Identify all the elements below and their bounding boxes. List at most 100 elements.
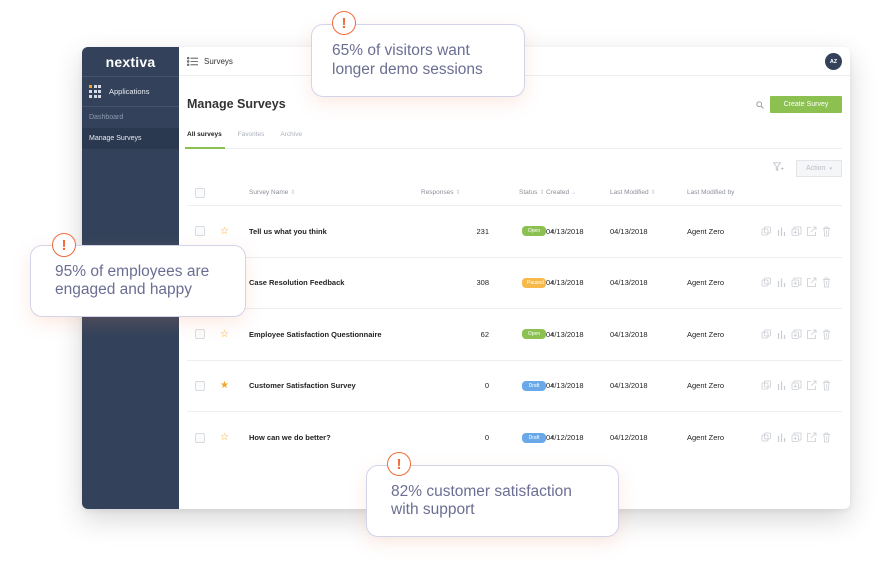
page-title: Manage Surveys (187, 97, 286, 111)
header-survey-name[interactable]: Survey Name ⇕ (249, 189, 419, 196)
select-all-checkbox[interactable] (195, 187, 205, 198)
header-responses[interactable]: Responses ⇕ (419, 189, 489, 196)
trash-icon[interactable] (821, 432, 832, 443)
modified-date: 04/13/2018 (610, 381, 648, 391)
create-survey-button[interactable]: Create Survey (770, 96, 842, 113)
copy-icon[interactable] (761, 432, 772, 443)
modified-by: Agent Zero (687, 278, 725, 288)
surveys-table: Survey Name ⇕ Responses ⇕ Status ⇕ Created ⌄… (187, 180, 842, 464)
share-icon[interactable] (806, 329, 817, 340)
brand-name: nextiva (105, 53, 156, 70)
table-row[interactable]: ★ Customer Satisfaction Survey 0 Draft ▾ 04/1… (187, 361, 842, 412)
trash-icon[interactable] (821, 329, 832, 340)
sidebar-item-label: Dashboard (89, 114, 124, 121)
header-last-modified[interactable]: Last Modified ⇕ (610, 189, 687, 196)
nextiva-logo[interactable]: nextiva (82, 47, 179, 77)
survey-name[interactable]: Employee Satisfaction Questionnaire (249, 330, 419, 339)
status-badge[interactable]: Open (522, 226, 546, 237)
alert-icon: ! (52, 233, 76, 257)
action-label: Action (806, 165, 826, 172)
star-outline-icon[interactable]: ☆ (220, 432, 249, 443)
modified-date: 04/13/2018 (610, 278, 648, 288)
report-icon[interactable] (776, 277, 787, 288)
row-checkbox[interactable] (195, 226, 205, 237)
tab-favorites[interactable]: Favorites (238, 125, 265, 148)
row-checkbox[interactable] (195, 432, 205, 443)
share-icon[interactable] (806, 380, 817, 391)
action-dropdown[interactable]: Action ▾ (796, 160, 842, 177)
responses-count: 308 (476, 278, 489, 288)
callout-text: engaged and happy (55, 281, 193, 298)
callout-text: longer demo sessions (332, 60, 483, 78)
apps-grid-icon (89, 85, 102, 98)
trash-icon[interactable] (821, 277, 832, 288)
tab-archive[interactable]: Archive (280, 125, 302, 148)
status-badge[interactable]: Draft (522, 380, 546, 391)
applications-label: Applications (109, 87, 150, 96)
trash-icon[interactable] (821, 380, 832, 391)
modified-date: 04/13/2018 (610, 226, 648, 236)
modified-date: 04/13/2018 (610, 329, 648, 339)
star-outline-icon[interactable]: ☆ (220, 329, 249, 340)
duplicate-icon[interactable] (791, 329, 802, 340)
share-icon[interactable] (806, 226, 817, 237)
duplicate-icon[interactable] (791, 380, 802, 391)
row-checkbox[interactable] (195, 380, 205, 391)
applications-menu[interactable]: Applications (82, 77, 179, 107)
copy-icon[interactable] (761, 380, 772, 391)
status-badge[interactable]: Draft (522, 432, 546, 443)
duplicate-icon[interactable] (791, 432, 802, 443)
status-badge[interactable]: Open (522, 329, 546, 340)
copy-icon[interactable] (761, 329, 772, 340)
table-row[interactable]: ☆Case Resolution Feedback308Paused▾04/13… (187, 258, 842, 309)
search-icon[interactable] (756, 101, 764, 109)
report-icon[interactable] (776, 432, 787, 443)
duplicate-icon[interactable] (791, 226, 802, 237)
tab-all-surveys[interactable]: All surveys (185, 125, 225, 149)
sidebar-item-dashboard[interactable]: Dashboard (82, 107, 179, 128)
sidebar-item-label: Manage Surveys (89, 135, 142, 142)
share-icon[interactable] (806, 432, 817, 443)
star-outline-icon[interactable]: ☆ (220, 226, 249, 237)
table-row[interactable]: ☆ Tell us what you think 231 Open ▾ 04/13/201… (187, 206, 842, 258)
share-icon[interactable] (806, 277, 817, 288)
status-badge[interactable]: Paused (522, 277, 546, 288)
list-icon (187, 56, 198, 66)
modified-date: 04/12/2018 (610, 433, 648, 443)
star-filled-icon[interactable]: ★ (220, 380, 249, 391)
created-date: 04/13/2018 (546, 381, 584, 391)
table-row[interactable]: ☆ How can we do better? 0 Draft ▾ 04/12/2018 0… (187, 412, 842, 464)
header-status[interactable]: Status ⇕ (489, 189, 546, 196)
row-actions (757, 277, 842, 288)
sort-icon: ⇕ (650, 190, 656, 196)
created-date: 04/13/2018 (546, 329, 584, 339)
responses-count: 231 (476, 226, 489, 236)
table-row[interactable]: ☆ Employee Satisfaction Questionnaire 62 Op… (187, 309, 842, 361)
copy-icon[interactable] (761, 277, 772, 288)
sort-desc-icon: ⌄ (571, 190, 577, 196)
sidebar-item-manage-surveys[interactable]: Manage Surveys (82, 128, 179, 149)
report-icon[interactable] (776, 329, 787, 340)
duplicate-icon[interactable] (791, 277, 802, 288)
created-date: 04/12/2018 (546, 433, 584, 443)
survey-name[interactable]: Case Resolution Feedback (249, 278, 419, 287)
survey-name[interactable]: Customer Satisfaction Survey (249, 381, 419, 390)
user-avatar[interactable]: AZ (825, 53, 842, 70)
breadcrumb-surveys[interactable]: Surveys (204, 57, 233, 66)
sort-icon: ⇕ (539, 190, 545, 196)
survey-name[interactable]: How can we do better? (249, 433, 419, 442)
responses-count: 0 (484, 381, 489, 391)
filter-icon[interactable] (773, 162, 784, 172)
sort-icon: ⇕ (455, 190, 461, 196)
copy-icon[interactable] (761, 226, 772, 237)
header-created[interactable]: Created ⌄ (546, 189, 610, 196)
row-actions (757, 432, 842, 443)
report-icon[interactable] (776, 380, 787, 391)
survey-name[interactable]: Tell us what you think (249, 227, 419, 236)
responses-count: 62 (480, 329, 489, 339)
created-date: 04/13/2018 (546, 226, 584, 236)
trash-icon[interactable] (821, 226, 832, 237)
row-checkbox[interactable] (195, 329, 205, 340)
modified-by: Agent Zero (687, 226, 725, 236)
report-icon[interactable] (776, 226, 787, 237)
